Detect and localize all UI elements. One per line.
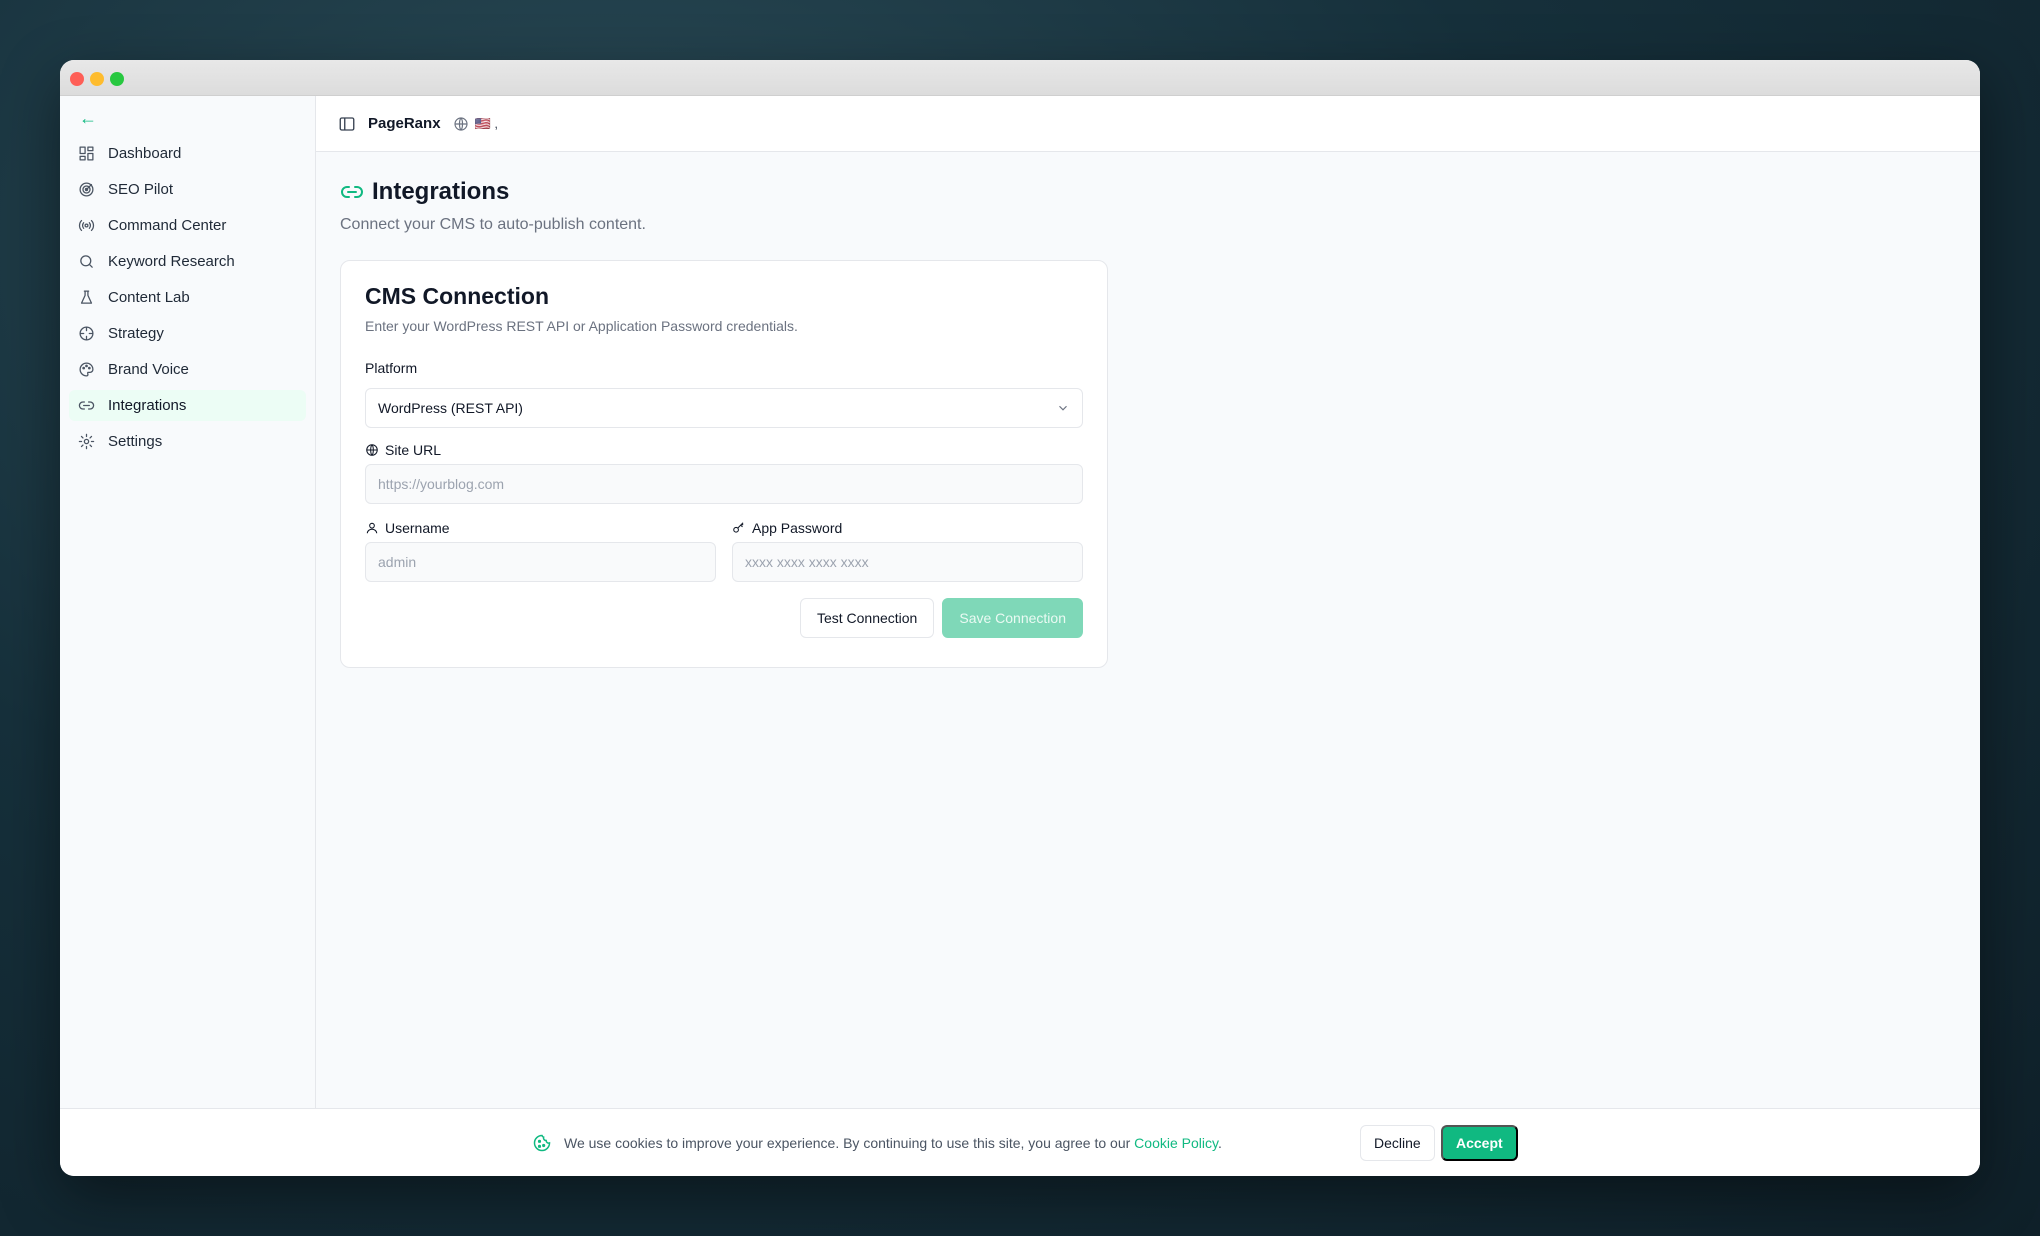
- chevron-down-icon: [1056, 401, 1070, 415]
- sidebar-item-brand-voice[interactable]: Brand Voice: [69, 354, 306, 385]
- radar-icon: [77, 181, 95, 199]
- sidebar-item-label: SEO Pilot: [108, 181, 174, 198]
- cms-connection-card: CMS Connection Enter your WordPress REST…: [340, 260, 1108, 668]
- platform-select-value: WordPress (REST API): [378, 400, 523, 416]
- card-title: CMS Connection: [365, 283, 549, 309]
- app-password-label-text: App Password: [752, 520, 843, 536]
- site-url-label: Site URL: [365, 442, 1083, 458]
- cookie-banner: We use cookies to improve your experienc…: [60, 1108, 1980, 1176]
- decline-button[interactable]: Decline: [1360, 1125, 1435, 1161]
- sidebar-item-strategy[interactable]: Strategy: [69, 318, 306, 349]
- maximize-window-button[interactable]: [110, 72, 124, 86]
- platform-label: Platform: [365, 360, 418, 376]
- sidebar-item-seo-pilot[interactable]: SEO Pilot: [69, 174, 306, 205]
- cookie-policy-link[interactable]: Cookie Policy: [1134, 1135, 1218, 1151]
- sidebar: ← Dashboard SEO Pilot Command Center Key…: [60, 96, 316, 1108]
- user-icon: [365, 521, 385, 535]
- card-description: Enter your WordPress REST API or Applica…: [365, 318, 798, 334]
- gear-icon: [77, 433, 95, 451]
- key-icon: [732, 521, 752, 535]
- sidebar-item-label: Command Center: [108, 217, 227, 234]
- site-url-label-text: Site URL: [385, 442, 442, 458]
- cookie-message: We use cookies to improve your experienc…: [564, 1135, 1222, 1151]
- username-input[interactable]: admin: [365, 542, 716, 582]
- sidebar-item-label: Content Lab: [108, 289, 190, 306]
- app-window: ← Dashboard SEO Pilot Command Center Key…: [60, 60, 1980, 1176]
- close-window-button[interactable]: [70, 72, 84, 86]
- app-password-placeholder: xxxx xxxx xxxx xxxx: [745, 554, 869, 570]
- accept-button[interactable]: Accept: [1441, 1125, 1518, 1161]
- globe-icon: [365, 443, 385, 457]
- palette-icon: [77, 361, 95, 379]
- sidebar-item-command-center[interactable]: Command Center: [69, 210, 306, 241]
- flask-icon: [77, 289, 95, 307]
- sidebar-item-content-lab[interactable]: Content Lab: [69, 282, 306, 313]
- locale-flag[interactable]: 🇺🇸 ,: [475, 116, 498, 132]
- app-password-input[interactable]: xxxx xxxx xxxx xxxx: [732, 542, 1083, 582]
- page-subtitle: Connect your CMS to auto-publish content…: [340, 216, 646, 233]
- sidebar-item-keyword-research[interactable]: Keyword Research: [69, 246, 306, 277]
- link-icon: [77, 397, 95, 415]
- top-bar: PageRanx 🇺🇸 ,: [316, 96, 1980, 152]
- sidebar-item-settings[interactable]: Settings: [69, 426, 306, 457]
- site-url-input[interactable]: https://yourblog.com: [365, 464, 1083, 504]
- sidebar-item-label: Dashboard: [108, 145, 182, 162]
- username-placeholder: admin: [378, 554, 417, 570]
- globe-icon[interactable]: [441, 116, 469, 132]
- username-label-text: Username: [385, 520, 450, 536]
- test-connection-button[interactable]: Test Connection: [799, 598, 935, 638]
- crosshair-icon: [77, 325, 95, 343]
- page-title: Integrations: [372, 178, 510, 205]
- sidebar-item-label: Keyword Research: [108, 253, 235, 270]
- username-label: Username: [365, 520, 716, 536]
- sidebar-item-integrations[interactable]: Integrations: [69, 390, 306, 421]
- save-connection-button[interactable]: Save Connection: [942, 598, 1083, 638]
- sidebar-item-dashboard[interactable]: Dashboard: [69, 138, 306, 169]
- sidebar-item-label: Integrations: [108, 397, 187, 414]
- minimize-window-button[interactable]: [90, 72, 104, 86]
- platform-select[interactable]: WordPress (REST API): [365, 388, 1083, 428]
- sidebar-toggle-icon[interactable]: [338, 115, 356, 133]
- app-password-label: App Password: [732, 520, 1083, 536]
- back-arrow-icon[interactable]: ←: [69, 109, 306, 130]
- sidebar-item-label: Strategy: [108, 325, 164, 342]
- window-titlebar: [60, 60, 1980, 96]
- brand-name: PageRanx: [368, 115, 441, 132]
- site-url-placeholder: https://yourblog.com: [378, 476, 505, 492]
- cookie-message-text: We use cookies to improve your experienc…: [564, 1135, 1135, 1151]
- link-icon: [340, 180, 372, 204]
- search-icon: [77, 253, 95, 271]
- main-content: Integrations Connect your CMS to auto-pu…: [316, 152, 1980, 1108]
- sidebar-item-label: Settings: [108, 433, 163, 450]
- grid-icon: [77, 145, 95, 163]
- cookie-message-suffix: .: [1217, 1135, 1222, 1151]
- sidebar-item-label: Brand Voice: [108, 361, 189, 378]
- radio-icon: [77, 217, 95, 235]
